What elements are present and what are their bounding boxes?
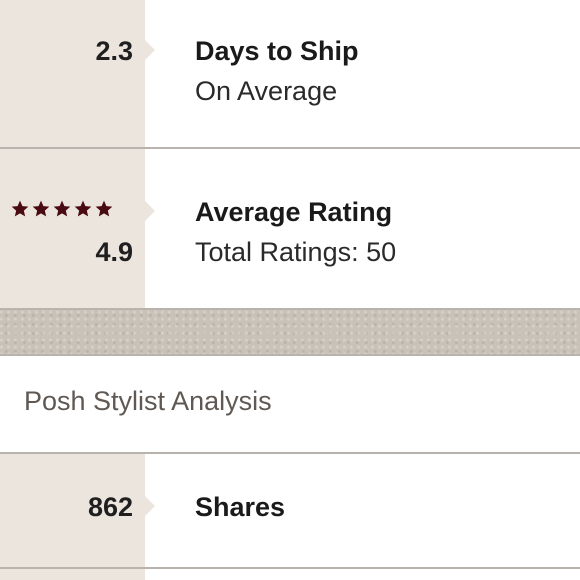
panel-arrow-notch — [145, 496, 155, 516]
shares-title: Shares — [195, 492, 286, 522]
section-header-posh-stylist-analysis: Posh Stylist Analysis — [24, 386, 272, 416]
average-rating-row: 4.9 Average Rating Total Ratings: 50 — [0, 149, 580, 309]
stat-value-panel — [0, 569, 145, 580]
star-icon — [32, 200, 50, 217]
star-icon — [74, 200, 92, 217]
row-divider — [0, 354, 580, 356]
total-ratings-text: Total Ratings: 50 — [195, 237, 397, 267]
stat-value-panel — [0, 149, 145, 309]
average-rating-value: 4.9 — [95, 237, 133, 267]
shares-value: 862 — [87, 492, 133, 522]
rating-stars — [10, 199, 114, 219]
star-icon — [95, 200, 113, 217]
star-icon — [53, 200, 71, 217]
average-rating-title: Average Rating — [195, 197, 393, 227]
days-to-ship-title: Days to Ship — [195, 36, 359, 66]
days-to-ship-subtitle: On Average — [195, 76, 338, 106]
days-to-ship-row: 2.3 Days to Ship On Average — [0, 0, 580, 148]
shares-row: 862 Shares — [0, 454, 580, 568]
panel-arrow-notch — [145, 40, 155, 60]
days-to-ship-value: 2.3 — [95, 36, 133, 66]
textured-separator — [0, 310, 580, 355]
panel-arrow-notch — [145, 201, 155, 221]
stat-value-panel — [0, 0, 145, 148]
next-row — [0, 569, 580, 580]
star-icon — [11, 200, 29, 217]
